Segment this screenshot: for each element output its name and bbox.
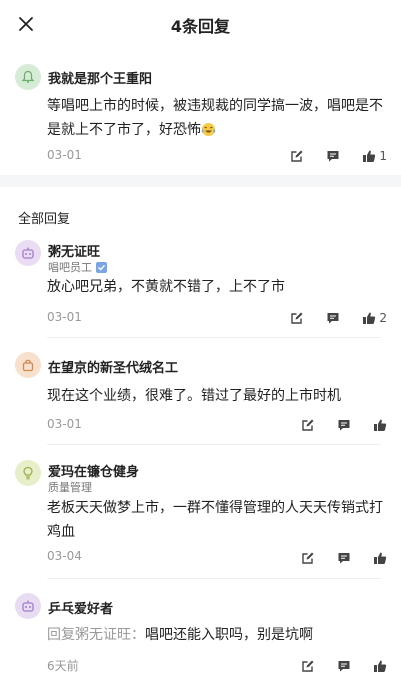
user-title-text: 唱吧员工 [48,261,92,274]
thumbs-up-icon [374,660,387,672]
edit-icon [291,150,303,162]
edit-reply-button[interactable] [290,146,304,166]
comment-button[interactable] [337,415,351,435]
avatar[interactable] [15,64,41,90]
reply-actions: 2 [290,308,387,328]
reply-text: 现在这个业绩，很难了。错过了最好的上市时机 [47,388,341,404]
comment-button[interactable] [337,656,351,676]
divider [47,337,381,338]
reply-actions [301,656,387,676]
avatar[interactable] [15,352,41,378]
username[interactable]: 在望京的新圣代绒名工 [48,357,178,376]
username[interactable]: 我就是那个王重阳 [48,68,152,87]
reply-text-content: 唱吧还能入职吗，别是坑啊 [145,627,313,643]
thumbs-up-icon [363,150,376,162]
lightbulb-avatar-icon [23,466,33,480]
robot-avatar-icon [22,600,34,612]
username[interactable]: 爱玛在镰仓健身 [48,461,139,480]
user-title: 质量管理 [48,481,92,494]
header-bar: 4条回复 [0,0,401,48]
avatar[interactable] [15,593,41,619]
like-button[interactable]: 1 [362,146,387,166]
comment-button[interactable] [337,548,351,568]
thumbs-up-icon [374,552,387,564]
reply-actions [301,415,387,435]
bag-avatar-icon [22,359,34,372]
edit-icon [302,660,314,672]
user-title: 唱吧员工 [48,259,107,275]
comment-icon [327,151,339,162]
edit-reply-button[interactable] [301,415,315,435]
reply-text: 回复粥无证旺：唱吧还能入职吗，别是坑啊 [47,623,385,647]
edit-reply-button[interactable] [290,308,304,328]
edit-icon [302,552,314,564]
robot-avatar-icon [22,247,34,259]
avatar[interactable] [15,240,41,266]
verified-icon [96,261,107,273]
reply-actions [301,548,387,568]
reply-date: 6天前 [47,659,79,673]
comment-icon [338,661,350,672]
comment-actions: 1 [290,146,387,166]
section-divider [0,175,401,187]
comment-button[interactable] [326,308,340,328]
edit-icon [291,312,303,324]
section-title: 全部回复 [18,212,71,227]
reply-date: 03-04 [47,549,82,563]
like-button[interactable] [373,656,387,676]
like-count: 2 [379,311,387,325]
comment-button[interactable] [326,146,340,166]
comment-icon [338,553,350,564]
main-comment: 我就是那个王重阳 等唱吧上市的时候，被违规裁的同学搞一波，唱吧是不是就上不了市了… [0,48,401,175]
bell-avatar-icon [21,70,35,83]
like-count: 1 [379,149,387,163]
username[interactable]: 乒乓爱好者 [48,598,113,617]
edit-icon [302,419,314,431]
comment-text: 等唱吧上市的时候，被违规裁的同学搞一波，唱吧是不是就上不了市了，好恐怖 [47,94,385,145]
like-button[interactable] [373,548,387,568]
thumbs-up-icon [363,312,376,324]
thumbs-up-icon [374,419,387,431]
reply-date: 03-01 [47,417,82,431]
page-title: 4条回复 [170,17,231,36]
username[interactable]: 粥无证旺 [48,241,100,260]
reply-text: 放心吧兄弟，不黄就不错了，上不了市 [47,279,285,295]
like-button[interactable] [373,415,387,435]
comment-icon [338,420,350,431]
reply-date: 03-01 [47,310,82,324]
comment-date: 03-01 [47,148,82,162]
reply-text: 老板天天做梦上市，一群不懂得管理的人天天传销式打鸡血 [47,500,383,540]
divider [47,578,381,579]
reply-to-prefix[interactable]: 回复粥无证旺： [47,627,145,643]
avatar[interactable] [15,460,41,486]
laughing-crying-face-icon [201,121,216,145]
divider [47,444,381,445]
edit-reply-button[interactable] [301,548,315,568]
like-button[interactable]: 2 [362,308,387,328]
comment-icon [327,313,339,324]
edit-reply-button[interactable] [301,656,315,676]
